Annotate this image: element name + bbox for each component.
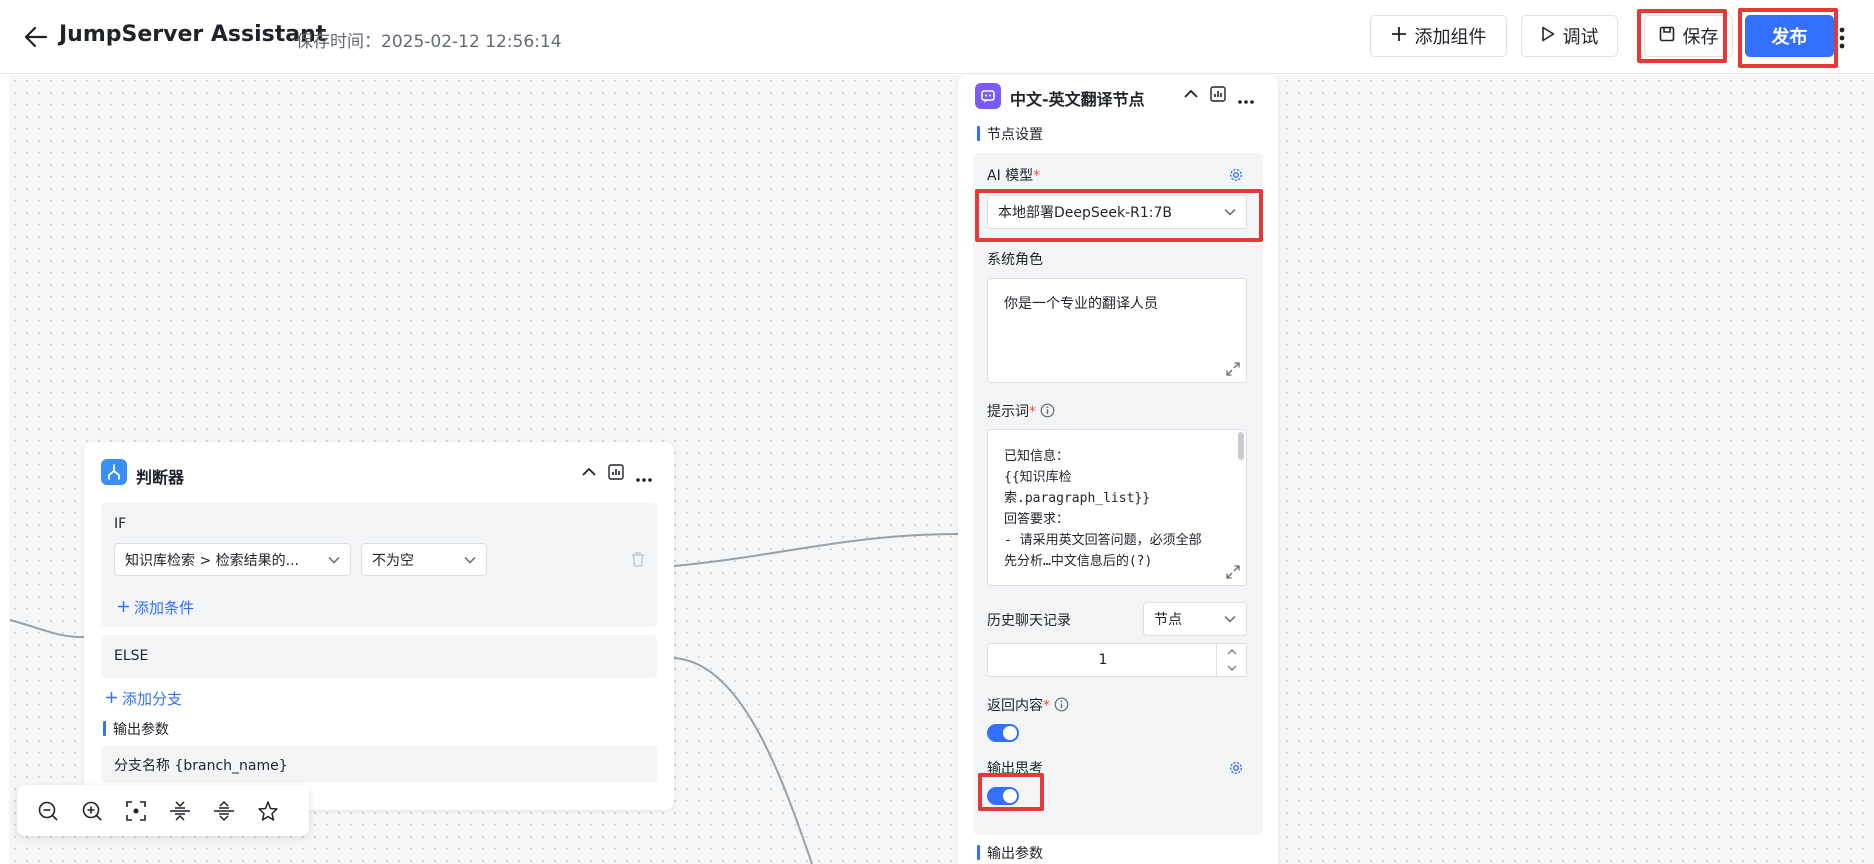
save-time-text: 保存时间：2025-02-12 12:56:14 bbox=[296, 32, 562, 52]
prompt-line: - 请采用英文回答问题，必须全部 bbox=[1004, 533, 1202, 548]
judge-node-title: 判断器 bbox=[136, 468, 185, 487]
beautify-icon[interactable] bbox=[257, 800, 279, 822]
play-icon bbox=[1541, 26, 1555, 47]
info-icon bbox=[1054, 697, 1069, 716]
output-params-label: 输出参数 bbox=[977, 843, 1043, 863]
prompt-label: 提示词* bbox=[987, 401, 1055, 422]
if-label: IF bbox=[114, 516, 127, 532]
condition-operator-select[interactable]: 不为空 bbox=[361, 543, 487, 576]
branch-icon bbox=[101, 459, 127, 485]
history-scope-value: 节点 bbox=[1154, 612, 1182, 628]
canvas-toolbar bbox=[17, 785, 309, 836]
chat-bot-icon bbox=[975, 83, 1001, 109]
gear-icon[interactable] bbox=[1229, 761, 1243, 779]
gear-icon[interactable] bbox=[1229, 168, 1243, 186]
stepper-up-icon[interactable] bbox=[1217, 644, 1246, 660]
history-scope-select[interactable]: 节点 bbox=[1143, 602, 1247, 636]
ai-model-select[interactable]: 本地部署DeepSeek-R1:7B bbox=[987, 195, 1247, 229]
chart-icon[interactable] bbox=[1210, 86, 1226, 106]
prompt-textarea[interactable]: 已知信息： {{知识库检索.paragraph_list}} 回答要求： - 请采用英… bbox=[987, 429, 1247, 586]
output-params-label: 输出参数 bbox=[103, 719, 169, 739]
judge-node[interactable]: 判断器 IF 知识库检索 > 检索结果的... 不为空 添加条件 ELSE 添加… bbox=[84, 442, 674, 810]
trash-icon[interactable] bbox=[631, 552, 645, 571]
fit-view-icon[interactable] bbox=[125, 800, 147, 822]
chevron-up-icon[interactable] bbox=[581, 466, 597, 482]
save-label: 保存 bbox=[1682, 27, 1719, 48]
else-branch-box: ELSE bbox=[101, 635, 657, 678]
translate-node[interactable]: 中文-英文翻译节点 节点设置 AI 模型* 本地部署DeepSeek-R1:7B… bbox=[958, 75, 1278, 864]
publish-button[interactable]: 发布 bbox=[1745, 15, 1834, 57]
top-header: JumpServer Assistant 保存时间：2025-02-12 12:… bbox=[0, 0, 1874, 74]
plus-icon bbox=[1391, 26, 1407, 47]
prompt-value: 已知信息： {{知识库检索.paragraph_list}} 回答要求： - 请采用英… bbox=[1004, 446, 1230, 572]
add-branch-label: 添加分支 bbox=[122, 690, 183, 708]
chevron-down-icon bbox=[1224, 204, 1236, 220]
return-content-label: 返回内容* bbox=[987, 695, 1069, 716]
collapse-icon[interactable] bbox=[169, 800, 191, 822]
expand-icon[interactable] bbox=[1226, 362, 1240, 376]
prompt-scrollbar[interactable] bbox=[1238, 432, 1244, 460]
expand-icon[interactable] bbox=[1226, 565, 1240, 579]
output-thinking-label: 输出思考 bbox=[987, 761, 1043, 777]
stepper-buttons bbox=[1216, 644, 1246, 676]
ai-model-label: AI 模型* bbox=[987, 168, 1041, 184]
prompt-line: 索.paragraph_list}} bbox=[1004, 491, 1151, 506]
info-icon bbox=[1040, 403, 1055, 422]
add-component-button[interactable]: 添加组件 bbox=[1370, 15, 1507, 57]
save-icon bbox=[1659, 26, 1675, 47]
chevron-down-icon bbox=[328, 552, 340, 568]
back-arrow-icon[interactable] bbox=[24, 26, 48, 48]
return-content-toggle[interactable] bbox=[987, 724, 1019, 742]
ai-model-value: 本地部署DeepSeek-R1:7B bbox=[998, 205, 1173, 221]
chevron-up-icon[interactable] bbox=[1183, 88, 1199, 104]
else-label: ELSE bbox=[114, 648, 149, 664]
chevron-down-icon bbox=[1224, 611, 1236, 627]
output-thinking-toggle[interactable] bbox=[987, 787, 1019, 805]
system-role-label: 系统角色 bbox=[987, 252, 1043, 268]
debug-label: 调试 bbox=[1562, 27, 1599, 48]
history-count-value: 1 bbox=[1098, 652, 1108, 668]
system-role-textarea[interactable]: 你是一个专业的翻译人员 bbox=[987, 278, 1247, 383]
stepper-down-icon[interactable] bbox=[1217, 660, 1246, 676]
translate-node-title: 中文-英文翻译节点 bbox=[1010, 90, 1145, 109]
add-condition-button[interactable]: 添加条件 bbox=[117, 597, 194, 618]
plus-icon bbox=[117, 599, 130, 617]
if-branch-box: IF 知识库检索 > 检索结果的... 不为空 添加条件 bbox=[101, 503, 657, 627]
zoom-out-icon[interactable] bbox=[37, 800, 59, 822]
condition-field-select[interactable]: 知识库检索 > 检索结果的... bbox=[114, 543, 351, 576]
prompt-line: 先分析…中文信息后的(?) bbox=[1004, 554, 1153, 569]
add-component-label: 添加组件 bbox=[1414, 27, 1487, 48]
chart-icon[interactable] bbox=[608, 464, 624, 484]
condition-field-value: 知识库检索 > 检索结果的... bbox=[125, 552, 299, 569]
history-count-stepper[interactable]: 1 bbox=[987, 643, 1247, 677]
more-vertical-icon[interactable] bbox=[1836, 26, 1848, 50]
app-title: JumpServer Assistant bbox=[59, 22, 327, 47]
debug-button[interactable]: 调试 bbox=[1521, 15, 1618, 57]
add-branch-button[interactable]: 添加分支 bbox=[105, 688, 182, 709]
more-horizontal-icon[interactable] bbox=[1238, 92, 1254, 108]
zoom-in-icon[interactable] bbox=[81, 800, 103, 822]
save-button[interactable]: 保存 bbox=[1644, 15, 1733, 57]
prompt-line: 已知信息： bbox=[1004, 449, 1070, 464]
expand-nodes-icon[interactable] bbox=[213, 800, 235, 822]
prompt-line: {{知识库检 bbox=[1004, 470, 1072, 485]
condition-operator-value: 不为空 bbox=[372, 552, 414, 569]
add-condition-label: 添加条件 bbox=[134, 599, 195, 617]
chevron-down-icon bbox=[464, 552, 476, 568]
node-settings-label: 节点设置 bbox=[977, 124, 1043, 144]
output-param-row: 分支名称 {branch_name} bbox=[101, 746, 657, 782]
output-param-text: 分支名称 {branch_name} bbox=[114, 758, 288, 774]
prompt-line: 回答要求： bbox=[1004, 512, 1070, 527]
plus-icon bbox=[105, 690, 118, 708]
system-role-value: 你是一个专业的翻译人员 bbox=[1004, 296, 1158, 312]
more-horizontal-icon[interactable] bbox=[636, 470, 652, 486]
history-label: 历史聊天记录 bbox=[987, 613, 1071, 629]
